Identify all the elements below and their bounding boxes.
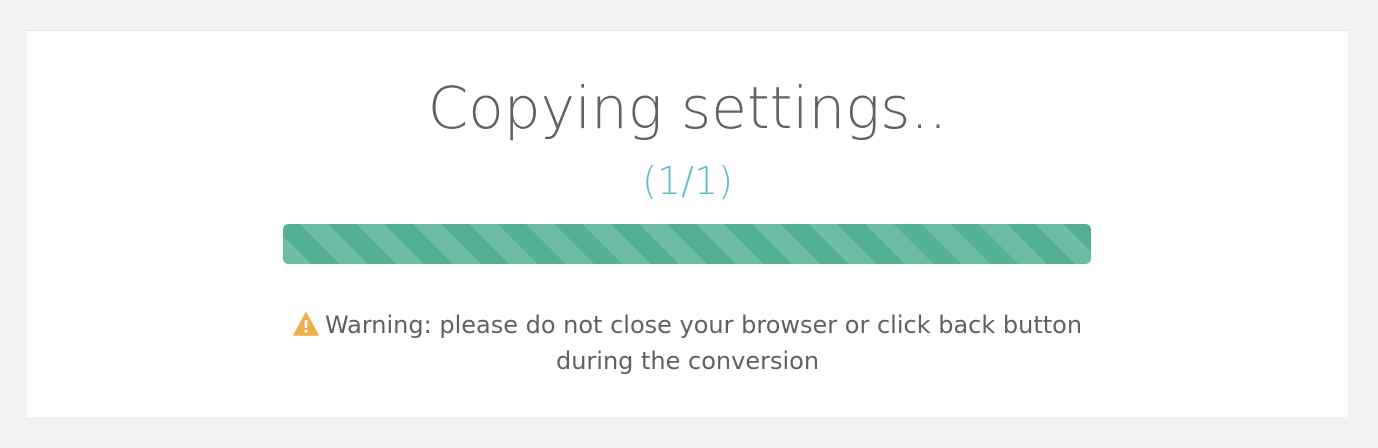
conversion-progress-card: Copying settings.. (1/1) Warning: please…: [27, 30, 1348, 417]
warning-text-line-1: Warning: please do not close your browse…: [324, 311, 1083, 339]
warning-triangle-icon: [293, 312, 319, 336]
progress-bar: [283, 224, 1091, 264]
progress-counter: (1/1): [642, 159, 733, 203]
warning-line-1: Warning: please do not close your browse…: [27, 307, 1348, 343]
warning-message: Warning: please do not close your browse…: [27, 307, 1348, 379]
progress-bar-fill: [283, 224, 1091, 264]
warning-text-line-2: during the conversion: [555, 347, 820, 375]
page-title: Copying settings..: [427, 74, 948, 142]
